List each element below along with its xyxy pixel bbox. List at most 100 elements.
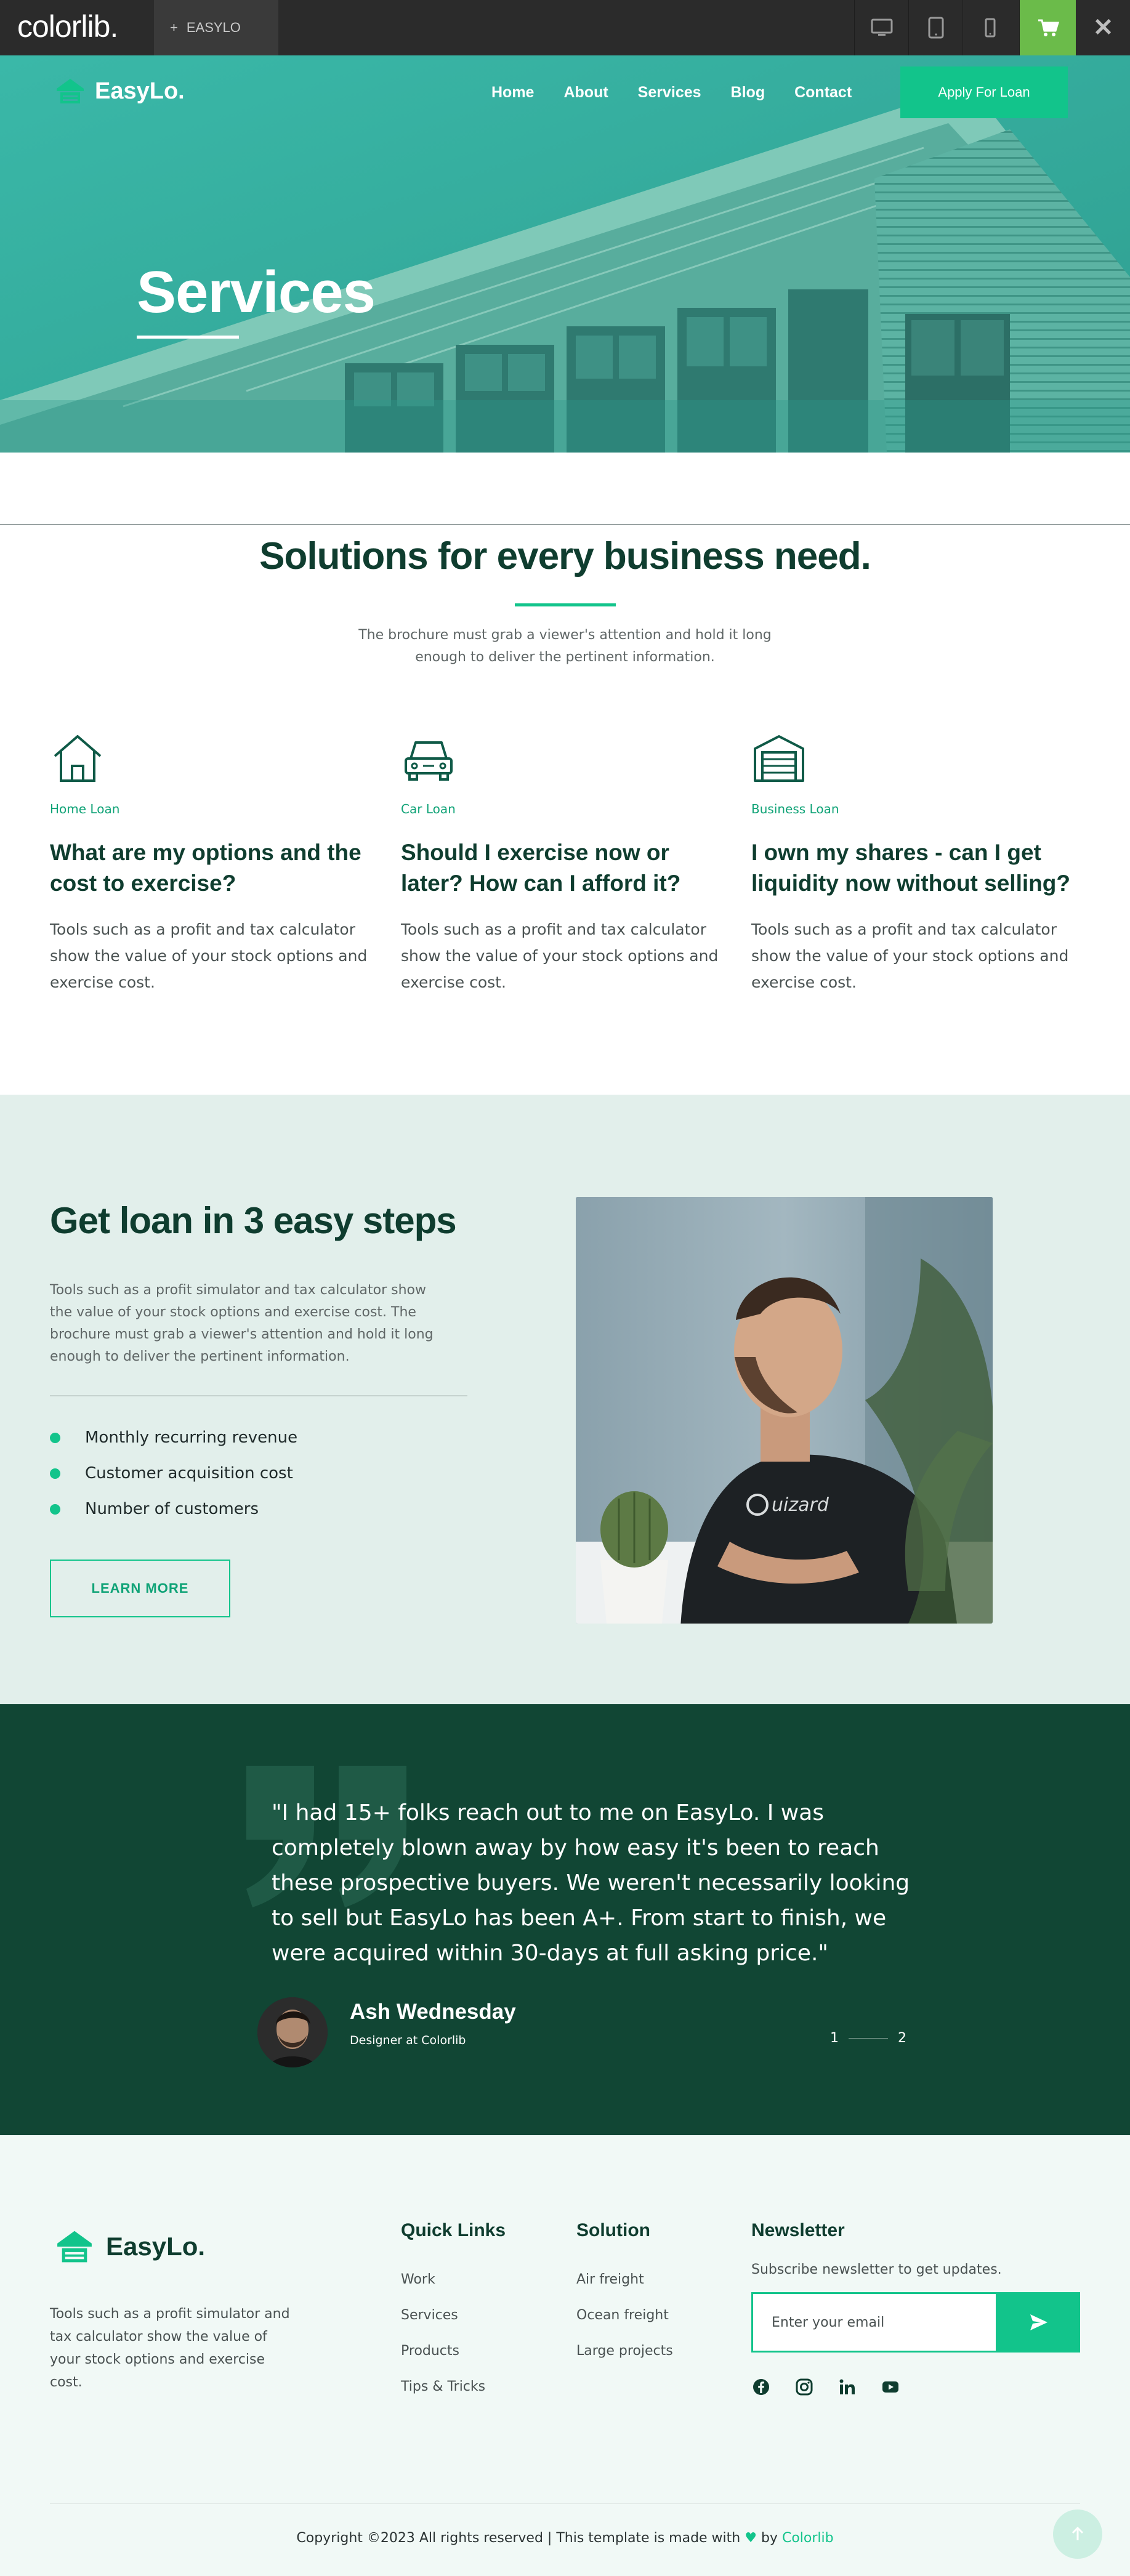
page-title: Services	[137, 259, 376, 325]
apply-for-loan-button[interactable]: Apply For Loan	[900, 66, 1068, 118]
card-title[interactable]: Should I exercise now or later? How can …	[401, 837, 730, 899]
house-logo-icon	[57, 2231, 92, 2263]
footer-link-air-freight[interactable]: Air freight	[576, 2262, 673, 2298]
theme-tab[interactable]: + EASYLO	[154, 0, 278, 55]
back-to-top-button[interactable]	[1053, 2510, 1102, 2559]
avatar	[257, 1997, 328, 2067]
subscribe-button[interactable]	[998, 2292, 1080, 2353]
main-nav: Home About Services Blog Contact	[477, 80, 866, 105]
list-item-label: Number of customers	[85, 1500, 259, 1518]
hero-section: EasyLo. Home About Services Blog Contact…	[0, 55, 1130, 453]
newsletter-column: Newsletter Subscribe newsletter to get u…	[751, 2220, 1080, 2397]
footer-brand-name: EasyLo.	[106, 2232, 206, 2261]
arrow-up-icon	[1071, 2526, 1084, 2540]
instagram-icon	[796, 2378, 813, 2396]
brand-name: EasyLo.	[95, 78, 185, 104]
page-2-button[interactable]: 2	[898, 2031, 906, 2046]
youtube-link[interactable]	[881, 2377, 900, 2397]
linkedin-link[interactable]	[837, 2377, 857, 2397]
newsletter-form	[751, 2292, 1080, 2353]
pager-line	[849, 2038, 888, 2039]
colorlib-logo[interactable]: colorlib.	[17, 9, 118, 44]
footer-link-products[interactable]: Products	[401, 2333, 506, 2369]
solutions-title-rule	[515, 603, 616, 606]
newsletter-title: Newsletter	[751, 2220, 845, 2240]
card-text: Tools such as a profit and tax calculato…	[751, 920, 1069, 991]
copyright-by: by	[761, 2530, 778, 2546]
solution-column: Solution Air freight Ocean freight Large…	[576, 2220, 673, 2369]
nav-services[interactable]: Services	[623, 80, 716, 105]
close-preview-button[interactable]: ✕	[1076, 0, 1130, 55]
footer-link-work[interactable]: Work	[401, 2262, 506, 2298]
colorlib-link[interactable]: Colorlib	[782, 2530, 834, 2546]
list-item-label: Monthly recurring revenue	[85, 1428, 298, 1447]
testimonial-pager: 1 2	[830, 2031, 906, 2046]
social-links	[751, 2377, 1080, 2397]
quick-links-title: Quick Links	[401, 2220, 506, 2240]
email-field[interactable]	[751, 2292, 998, 2353]
plus-icon: +	[170, 20, 178, 35]
card-text: Tools such as a profit and tax calculato…	[50, 920, 368, 991]
solutions-title: Solutions for every business need.	[259, 535, 871, 578]
theme-tab-label: EASYLO	[186, 20, 241, 35]
nav-home[interactable]: Home	[477, 80, 549, 105]
author-role: Designer at Colorlib	[350, 2034, 466, 2047]
list-item: Customer acquisition cost	[50, 1455, 297, 1491]
instagram-link[interactable]	[794, 2377, 814, 2397]
loan-steps-section: Get loan in 3 easy steps Tools such as a…	[0, 1095, 1130, 1704]
copyright: Copyright ©2023 All rights reserved | Th…	[0, 2530, 1130, 2546]
card-tag[interactable]: Car Loan	[401, 802, 730, 816]
preview-bar: colorlib. + EASYLO ✕	[0, 0, 1130, 55]
house-logo-icon	[57, 79, 84, 103]
steps-list: Monthly recurring revenue Customer acqui…	[50, 1420, 297, 1527]
garage-icon	[751, 730, 807, 786]
nav-contact[interactable]: Contact	[780, 80, 866, 105]
nav-blog[interactable]: Blog	[716, 80, 780, 105]
steps-description: Tools such as a profit simulator and tax…	[50, 1282, 434, 1364]
footer-brand[interactable]: EasyLo.	[54, 2226, 205, 2267]
send-icon	[1030, 2314, 1047, 2330]
nav-about[interactable]: About	[549, 80, 623, 105]
footer-link-ocean-freight[interactable]: Ocean freight	[576, 2298, 673, 2333]
desktop-view-button[interactable]	[854, 0, 908, 55]
footer-divider	[50, 2503, 1080, 2504]
solution-title: Solution	[576, 2220, 650, 2240]
youtube-icon	[882, 2381, 898, 2393]
newsletter-subtitle: Subscribe newsletter to get updates.	[751, 2262, 1002, 2277]
list-item: Number of customers	[50, 1491, 297, 1527]
page-1-button[interactable]: 1	[830, 2031, 839, 2046]
card-title[interactable]: What are my options and the cost to exer…	[50, 837, 379, 899]
service-card-car-loan: Car Loan Should I exercise now or later?…	[401, 730, 730, 996]
facebook-link[interactable]	[751, 2377, 771, 2397]
card-text: Tools such as a profit and tax calculato…	[401, 920, 719, 991]
man-at-laptop-photo: uizard	[576, 1197, 993, 1624]
card-tag[interactable]: Business Loan	[751, 802, 1081, 816]
learn-more-button[interactable]: LEARN MORE	[50, 1560, 230, 1617]
bullet-dot	[50, 1432, 60, 1443]
footer-link-large-projects[interactable]: Large projects	[576, 2333, 673, 2369]
list-item: Monthly recurring revenue	[50, 1420, 297, 1455]
house-icon	[50, 730, 105, 786]
solutions-subtitle: The brochure must grab a viewer's attent…	[358, 627, 772, 665]
cart-button[interactable]	[1019, 0, 1076, 55]
site-footer: EasyLo. Tools such as a profit simulator…	[0, 2135, 1130, 2576]
card-tag[interactable]: Home Loan	[50, 802, 379, 816]
tablet-view-button[interactable]	[908, 0, 963, 55]
author-name: Ash Wednesday	[350, 2000, 516, 2024]
list-item-label: Customer acquisition cost	[85, 1464, 293, 1483]
footer-about: Tools such as a profit simulator and tax…	[50, 2306, 290, 2390]
card-title[interactable]: I own my shares - can I get liquidity no…	[751, 837, 1081, 899]
testimonial-section: "I had 15+ folks reach out to me on Easy…	[0, 1704, 1130, 2135]
mobile-view-button[interactable]	[963, 0, 1017, 55]
linkedin-icon	[839, 2379, 855, 2394]
title-underline	[137, 336, 239, 339]
heart-icon: ♥	[745, 2530, 757, 2546]
footer-link-tips[interactable]: Tips & Tricks	[401, 2369, 506, 2405]
site-brand[interactable]: EasyLo.	[54, 75, 185, 107]
steps-title: Get loan in 3 easy steps	[50, 1200, 457, 1241]
cart-icon	[1038, 19, 1059, 36]
shirt-logo-text: uizard	[772, 1494, 829, 1516]
footer-link-services[interactable]: Services	[401, 2298, 506, 2333]
quick-links-column: Quick Links Work Services Products Tips …	[401, 2220, 506, 2405]
copyright-text: Copyright ©2023 All rights reserved | Th…	[296, 2530, 741, 2546]
